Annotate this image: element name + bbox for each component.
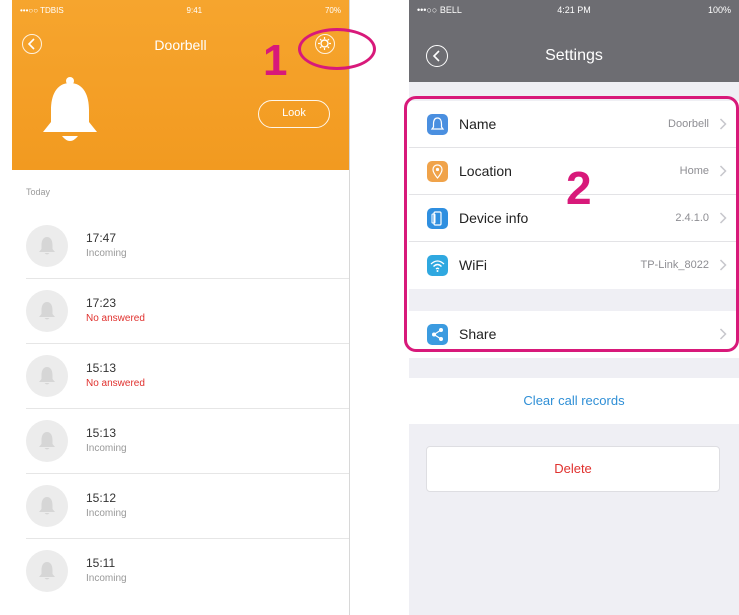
list-item[interactable]: 15:12 Incoming xyxy=(26,474,349,539)
bell-icon xyxy=(39,497,55,515)
bell-icon xyxy=(39,432,55,450)
list-item[interactable]: 15:11 Incoming xyxy=(26,539,349,604)
record-status: Incoming xyxy=(86,248,127,259)
clear-call-records-button[interactable]: Clear call records xyxy=(409,378,739,424)
avatar xyxy=(26,420,68,462)
record-time: 15:11 xyxy=(86,556,116,570)
annotation-box xyxy=(404,96,739,352)
battery-text: 100% xyxy=(707,5,731,15)
bell-icon xyxy=(39,302,55,320)
avatar xyxy=(26,485,68,527)
record-time: 15:13 xyxy=(86,361,117,375)
doorbell-screen: •••○○ TDBIS 9:41 70% Doorbell Look Today… xyxy=(12,0,350,615)
status-bar: •••○○ BELL 4:21 PM 100% xyxy=(409,0,739,20)
list-item[interactable]: 17:23 No answered xyxy=(26,279,349,344)
battery-text: 70% xyxy=(324,5,341,15)
record-time: 17:47 xyxy=(86,231,117,245)
bell-icon xyxy=(39,237,55,255)
record-status: No answered xyxy=(86,378,145,389)
page-title: Settings xyxy=(545,47,603,64)
list-item[interactable]: 15:13 No answered xyxy=(26,344,349,409)
bell-icon xyxy=(43,77,97,141)
record-time: 17:23 xyxy=(86,296,117,310)
bell-icon xyxy=(39,367,55,385)
avatar xyxy=(26,355,68,397)
avatar xyxy=(26,290,68,332)
doorbell-header: •••○○ TDBIS 9:41 70% Doorbell Look xyxy=(12,0,349,170)
delete-button[interactable]: Delete xyxy=(426,446,720,492)
record-status: Incoming xyxy=(86,508,127,519)
settings-header: •••○○ BELL 4:21 PM 100% Settings xyxy=(409,0,739,82)
avatar xyxy=(26,550,68,592)
call-records-list: 17:47 Incoming 17:23 No answered 15:13 No ans… xyxy=(12,214,349,604)
record-status: Incoming xyxy=(86,573,127,584)
carrier-text: •••○○ TDBIS xyxy=(20,5,64,15)
record-time: 15:12 xyxy=(86,491,117,505)
annotation-step-2: 2 xyxy=(566,162,592,214)
record-time: 15:13 xyxy=(86,426,117,440)
status-bar: •••○○ TDBIS 9:41 70% xyxy=(12,0,349,20)
bell-icon xyxy=(39,562,55,580)
clock-text: 4:21 PM xyxy=(557,5,591,15)
list-item[interactable]: 17:47 Incoming xyxy=(26,214,349,279)
annotation-step-1: 1 xyxy=(263,36,288,85)
record-status: Incoming xyxy=(86,443,127,454)
clock-text: 9:41 xyxy=(186,5,203,15)
record-status: No answered xyxy=(86,313,145,324)
look-button[interactable]: Look xyxy=(258,100,330,128)
list-item[interactable]: 15:13 Incoming xyxy=(26,409,349,474)
avatar xyxy=(26,225,68,267)
annotation-circle xyxy=(298,28,376,70)
section-header: Today xyxy=(26,187,51,197)
